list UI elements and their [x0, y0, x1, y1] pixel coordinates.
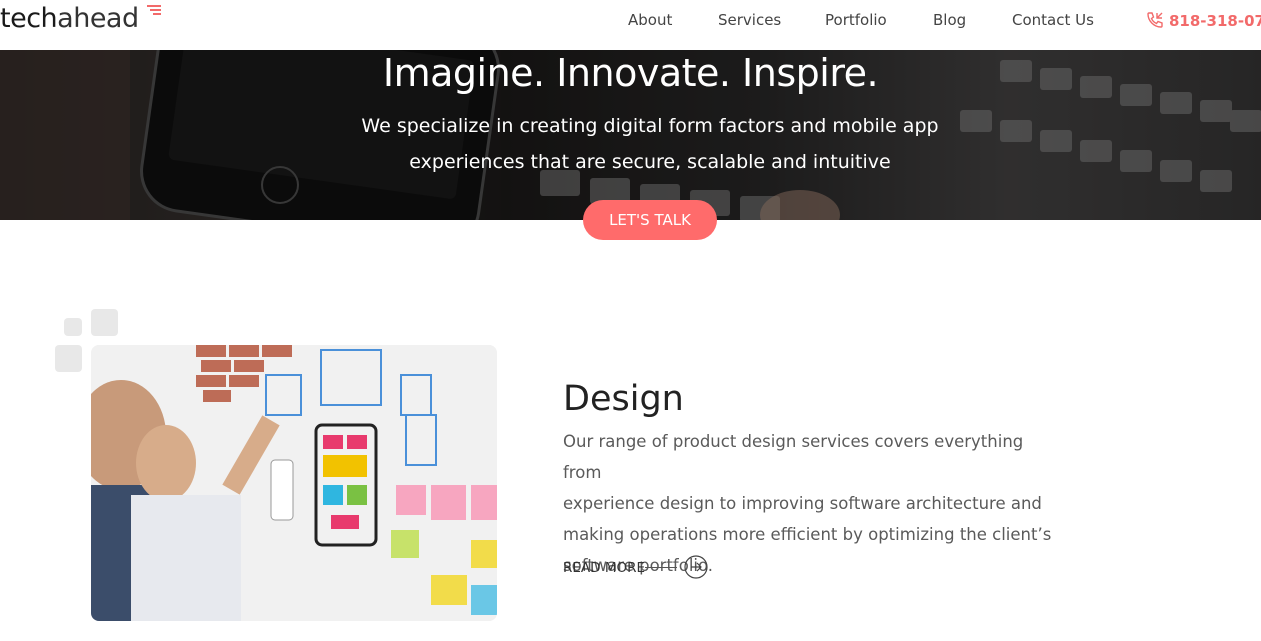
design-title: Design: [563, 379, 684, 419]
hero-banner: Imagine. Innovate. Inspire. We specializ…: [0, 50, 1261, 220]
read-more-divider: [645, 567, 677, 568]
nav-portfolio[interactable]: Portfolio: [825, 10, 887, 30]
phone-icon: [1147, 12, 1163, 28]
site-header: techahead About Services Portfolio Blog …: [0, 0, 1261, 50]
hero-subtitle-line-2: experiences that are secure, scalable an…: [409, 151, 891, 173]
decorative-square: [91, 309, 118, 336]
logo-mark-icon: [147, 5, 161, 15]
logo-text-ahead: ahead: [57, 3, 139, 34]
design-section-image: [91, 345, 497, 621]
phone-link[interactable]: 818-318-07: [1145, 10, 1261, 30]
nav-about[interactable]: About: [628, 10, 672, 30]
decorative-square: [55, 345, 82, 372]
hero-subtitle-line-1: We specialize in creating digital form f…: [361, 115, 939, 137]
nav-blog[interactable]: Blog: [933, 10, 966, 30]
design-description-line-2: experience design to improving software …: [563, 494, 1042, 513]
design-description-line-3: making operations more efficient by opti…: [563, 525, 1052, 544]
read-more-link[interactable]: READ MORE: [563, 557, 645, 579]
design-team-illustration: [91, 345, 497, 621]
lets-talk-button[interactable]: LET'S TALK: [583, 200, 717, 240]
decorative-square: [64, 318, 82, 336]
nav-contact-us[interactable]: Contact Us: [1012, 10, 1094, 30]
logo[interactable]: techahead: [0, 3, 139, 35]
hero-title: Imagine. Innovate. Inspire.: [382, 51, 879, 95]
design-description-line-1: Our range of product design services cov…: [563, 432, 1024, 482]
logo-text-tech: tech: [0, 3, 58, 34]
arrow-right-circle-icon[interactable]: [684, 555, 708, 579]
nav-services[interactable]: Services: [718, 10, 781, 30]
hero-subtitle: We specialize in creating digital form f…: [340, 108, 960, 180]
phone-number: 818-318-07: [1169, 12, 1261, 30]
